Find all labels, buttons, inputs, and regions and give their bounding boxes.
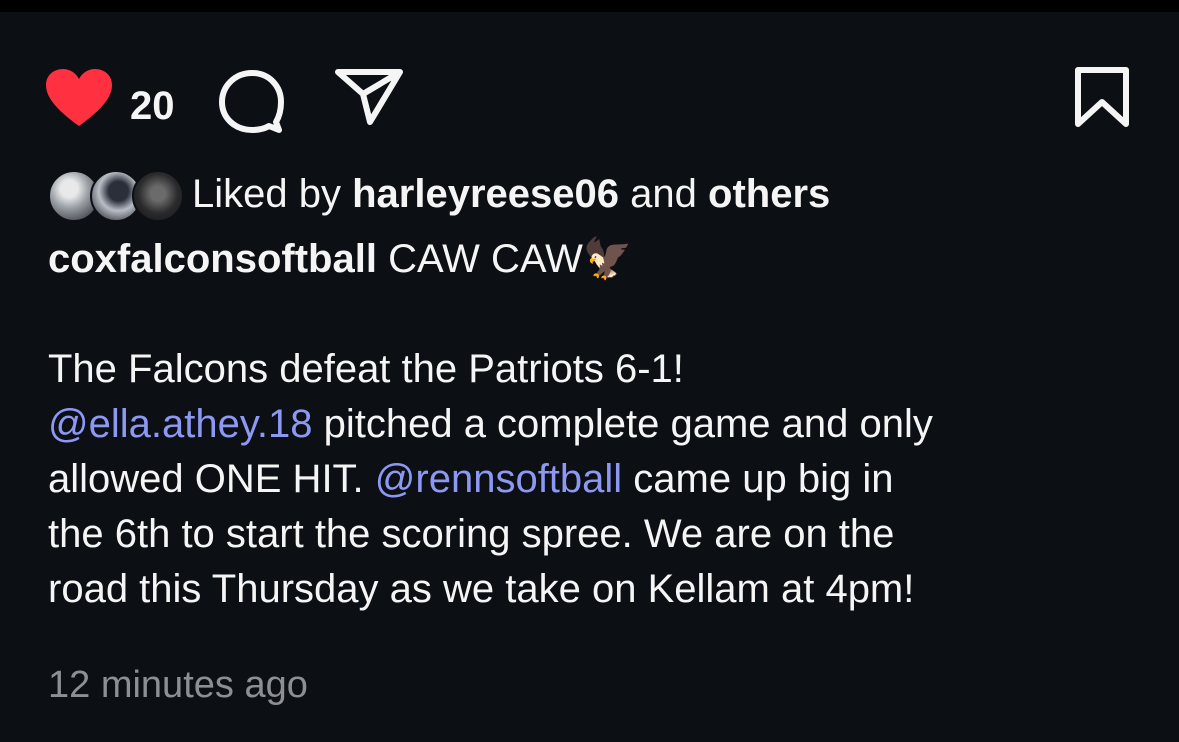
caption-line: road this Thursday as we take on Kellam … xyxy=(48,567,915,611)
eagle-emoji-icon: 🦅 xyxy=(582,237,633,281)
caption-line: allowed ONE HIT. @rennsoftball came up b… xyxy=(48,452,1148,507)
mention-link[interactable]: @rennsoftball xyxy=(375,457,622,501)
liker-avatars[interactable] xyxy=(48,170,188,222)
caption-author-link[interactable]: coxfalconsoftball xyxy=(48,237,377,281)
caption-header-line: coxfalconsoftball CAW CAW🦅 xyxy=(48,232,1148,287)
liked-by-text: Liked by harleyreese06 and others xyxy=(192,170,830,218)
like-count[interactable]: 20 xyxy=(130,84,175,128)
paper-plane-icon[interactable] xyxy=(334,66,404,126)
caption-line: the 6th to start the scoring spree. We a… xyxy=(48,512,895,556)
comment-bubble-icon[interactable] xyxy=(216,66,286,136)
caption-line: The Falcons defeat the Patriots 6-1! xyxy=(48,347,684,391)
liked-by-user-link[interactable]: harleyreese06 xyxy=(352,172,619,216)
liked-by-others-link[interactable]: others xyxy=(708,172,830,216)
caption-text: allowed ONE HIT. xyxy=(48,457,375,501)
liked-by-joiner: and xyxy=(630,172,697,216)
bookmark-icon[interactable] xyxy=(1072,66,1132,128)
liked-by-prefix: Liked by xyxy=(192,172,341,216)
heart-filled-icon[interactable] xyxy=(44,68,114,128)
caption-text: came up big in xyxy=(622,457,894,501)
post-caption: coxfalconsoftball CAW CAW🦅 The Falcons d… xyxy=(48,232,1148,617)
action-bar: 20 xyxy=(44,56,1139,136)
post-timestamp: 12 minutes ago xyxy=(48,664,308,706)
mention-link[interactable]: @ella.athey.18 xyxy=(48,402,312,446)
top-edge-strip xyxy=(0,0,1179,12)
liked-by-row: Liked by harleyreese06 and others xyxy=(48,162,1148,222)
caption-line: @ella.athey.18 pitched a complete game a… xyxy=(48,397,1148,452)
caption-headline: CAW CAW xyxy=(388,237,583,281)
caption-text: pitched a complete game and only xyxy=(312,402,933,446)
post-footer: 20 Liked by harleyreese06 and others cox… xyxy=(0,12,1179,742)
avatar xyxy=(132,170,184,222)
